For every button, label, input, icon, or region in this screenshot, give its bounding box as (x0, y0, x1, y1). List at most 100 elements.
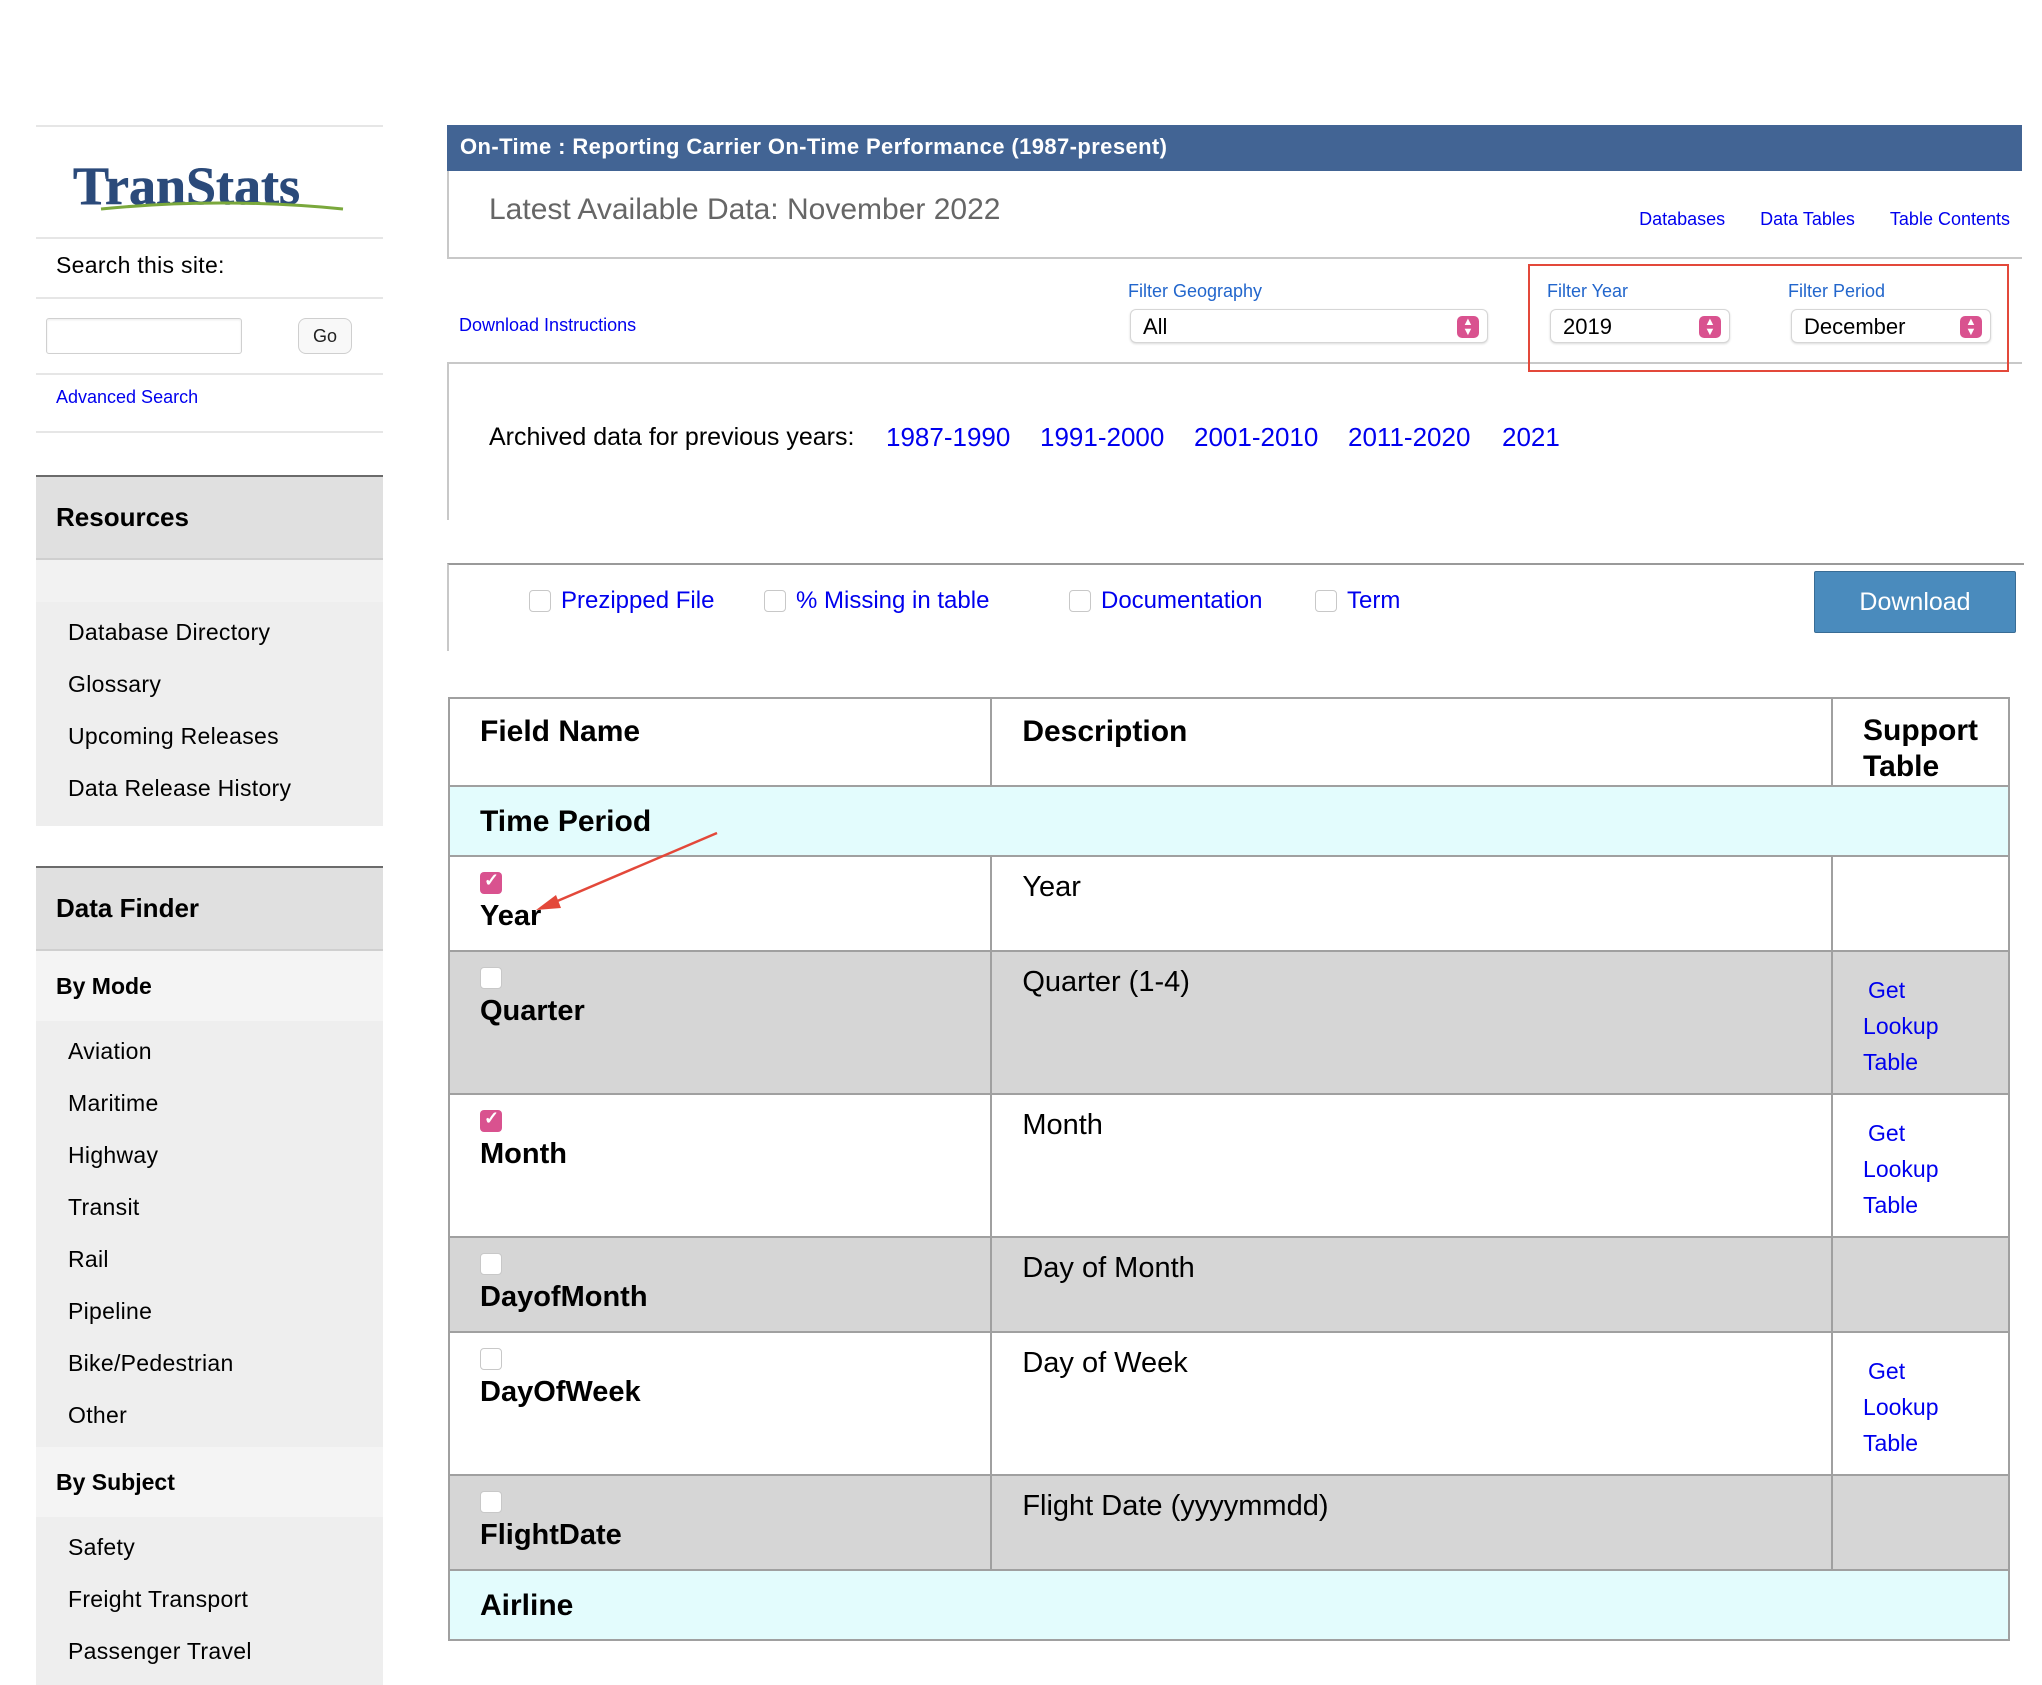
nav-item-aviation[interactable]: Aviation (36, 1025, 383, 1077)
field-name-cell: Quarter (447, 950, 993, 1095)
dayofweek-checkbox[interactable] (480, 1348, 502, 1370)
data-finder-heading: Data Finder (36, 866, 383, 951)
logo[interactable]: TranStats (36, 127, 383, 237)
field-name-cell: DayofMonth (447, 1236, 993, 1333)
databases-link[interactable]: Databases (1639, 209, 1725, 229)
link-line[interactable]: Lookup (1863, 1008, 2008, 1044)
archive-row: Archived data for previous years: 1987-1… (447, 364, 2022, 520)
field-description: Quarter (1-4) (990, 950, 1834, 1095)
nav-item-upcoming-releases[interactable]: Upcoming Releases (36, 710, 383, 762)
link-line[interactable]: Lookup (1863, 1389, 2008, 1425)
link-line[interactable]: Lookup (1863, 1151, 2008, 1187)
field-description: Year (990, 855, 1834, 952)
select-arrows-icon: ▲ ▼ (1457, 316, 1479, 338)
link-line[interactable]: Table (1863, 1425, 2008, 1461)
table-header-row: Field Name Description Support Table (447, 697, 2010, 787)
resources-list: Database Directory Glossary Upcoming Rel… (36, 602, 383, 826)
advanced-search-label[interactable]: Advanced Search (56, 387, 198, 407)
download-instructions-link[interactable]: Download Instructions (459, 315, 636, 336)
header-field-name: Field Name (447, 697, 993, 787)
link-line[interactable]: Get (1863, 972, 2008, 1008)
nav-item-glossary[interactable]: Glossary (36, 658, 383, 710)
term-option[interactable]: Term (1315, 587, 1400, 615)
nav-item-database-directory[interactable]: Database Directory (36, 606, 383, 658)
missing-option[interactable]: % Missing in table (764, 587, 989, 615)
link-line[interactable]: Get (1863, 1353, 2008, 1389)
flightdate-checkbox[interactable] (480, 1491, 502, 1513)
nav-item-rail[interactable]: Rail (36, 1233, 383, 1285)
header-description: Description (990, 697, 1834, 787)
table-row: FlightDate Flight Date (yyyymmdd) (447, 1474, 2010, 1571)
page-title: On-Time : Reporting Carrier On-Time Perf… (447, 125, 2022, 171)
top-links: Databases Data Tables Table Contents (1609, 209, 2010, 230)
by-mode-list: Aviation Maritime Highway Transit Rail P… (36, 1021, 383, 1447)
prezipped-label[interactable]: Prezipped File (561, 587, 714, 615)
prezipped-checkbox[interactable] (529, 590, 551, 612)
transtats-logo-icon: TranStats (73, 159, 344, 216)
options-bar: Prezipped File % Missing in table Docume… (447, 563, 2024, 651)
term-checkbox[interactable] (1315, 590, 1337, 612)
download-button[interactable]: Download (1814, 571, 2016, 633)
table-row: DayOfWeek Day of Week Get Lookup Table (447, 1331, 2010, 1476)
nav-item-transit[interactable]: Transit (36, 1181, 383, 1233)
header-support-table: Support Table (1831, 697, 2010, 787)
table-row: DayofMonth Day of Month (447, 1236, 2010, 1333)
sidebar: TranStats Search this site: Go Advanced … (36, 125, 383, 1685)
get-lookup-table-link[interactable]: Get Lookup Table (1863, 972, 2008, 1080)
link-line[interactable]: Table (1863, 1044, 2008, 1080)
data-tables-link[interactable]: Data Tables (1760, 209, 1855, 229)
field-name: Month (480, 1138, 567, 1170)
advanced-search-link[interactable]: Advanced Search (36, 375, 383, 431)
archive-link-1987-1990[interactable]: 1987-1990 (886, 422, 1010, 453)
support-cell: Get Lookup Table (1831, 1093, 2010, 1238)
prezipped-option[interactable]: Prezipped File (529, 587, 714, 615)
filter-geography-label: Filter Geography (1128, 281, 1263, 301)
group-label: Airline (448, 1569, 2010, 1641)
field-name: DayOfWeek (480, 1376, 641, 1408)
filter-geography-select[interactable]: All ▲ ▼ (1130, 309, 1488, 343)
missing-label[interactable]: % Missing in table (796, 587, 989, 615)
field-description: Month (990, 1093, 1834, 1238)
nav-item-highway[interactable]: Highway (36, 1129, 383, 1181)
nav-item-bike-pedestrian[interactable]: Bike/Pedestrian (36, 1337, 383, 1389)
search-input[interactable] (46, 318, 242, 354)
get-lookup-table-link[interactable]: Get Lookup Table (1863, 1353, 2008, 1461)
term-label[interactable]: Term (1347, 587, 1400, 615)
support-cell: Get Lookup Table (1831, 950, 2010, 1095)
month-checkbox[interactable] (480, 1108, 502, 1132)
support-cell (1831, 1474, 2010, 1571)
quarter-checkbox[interactable] (480, 967, 502, 989)
dayofmonth-checkbox[interactable] (480, 1253, 502, 1275)
field-name: Quarter (480, 995, 585, 1027)
table-contents-link[interactable]: Table Contents (1890, 209, 2010, 229)
archive-label: Archived data for previous years: (489, 423, 855, 451)
nav-item-safety[interactable]: Safety (36, 1521, 383, 1573)
nav-item-pipeline[interactable]: Pipeline (36, 1285, 383, 1337)
nav-item-data-release-history[interactable]: Data Release History (36, 762, 383, 814)
archive-link-1991-2000[interactable]: 1991-2000 (1040, 422, 1164, 453)
link-line[interactable]: Get (1863, 1115, 2008, 1151)
search-row: Go (36, 299, 383, 373)
get-lookup-table-link[interactable]: Get Lookup Table (1863, 1115, 2008, 1223)
documentation-label[interactable]: Documentation (1101, 587, 1262, 615)
field-name-cell: FlightDate (447, 1474, 993, 1571)
nav-item-freight-transport[interactable]: Freight Transport (36, 1573, 383, 1625)
missing-checkbox[interactable] (764, 590, 786, 612)
nav-item-maritime[interactable]: Maritime (36, 1077, 383, 1129)
latest-data-text: Latest Available Data: November 2022 (489, 193, 1001, 226)
link-line[interactable]: Table (1863, 1187, 2008, 1223)
group-row-time-period: Time Period (448, 785, 2010, 857)
field-name: DayofMonth (480, 1281, 648, 1313)
archive-link-2011-2020[interactable]: 2011-2020 (1348, 422, 1470, 453)
year-checkbox[interactable] (480, 870, 502, 894)
table-row: Year Year (447, 855, 2010, 952)
resources-heading: Resources (36, 475, 383, 560)
main-content: On-Time : Reporting Carrier On-Time Perf… (447, 125, 2022, 520)
nav-item-other[interactable]: Other (36, 1389, 383, 1441)
archive-link-2001-2010[interactable]: 2001-2010 (1194, 422, 1318, 453)
documentation-option[interactable]: Documentation (1069, 587, 1262, 615)
nav-item-passenger-travel[interactable]: Passenger Travel (36, 1625, 383, 1677)
documentation-checkbox[interactable] (1069, 590, 1091, 612)
go-button[interactable]: Go (298, 318, 352, 354)
archive-link-2021[interactable]: 2021 (1502, 422, 1560, 453)
